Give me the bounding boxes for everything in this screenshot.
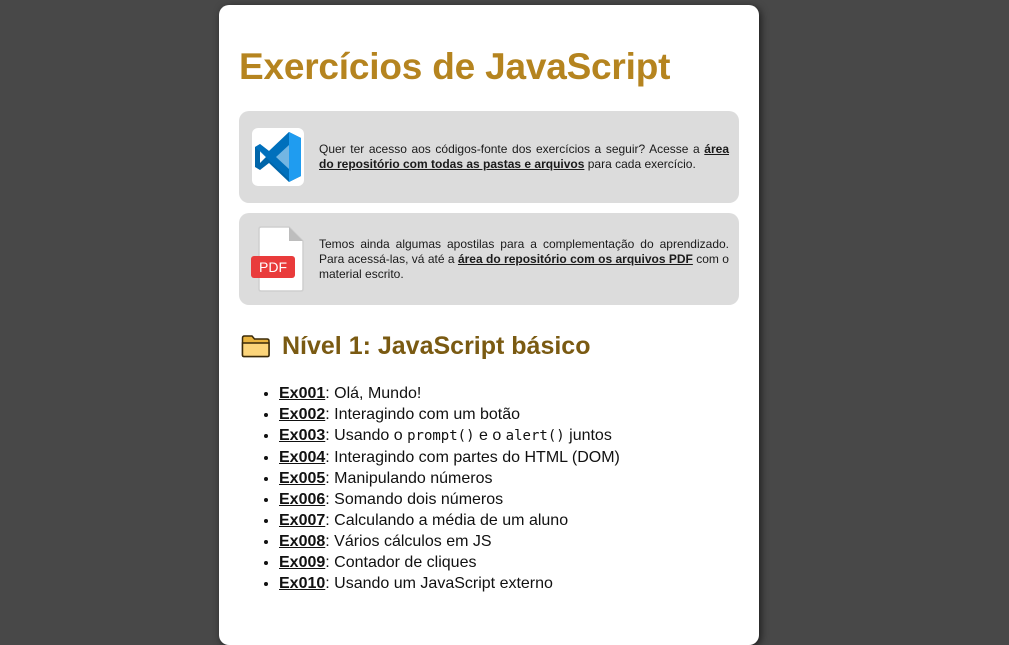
vscode-icon [247, 122, 309, 192]
pdf-icon-label: PDF [259, 259, 287, 275]
code-prompt: prompt() [407, 428, 475, 444]
exercise-link-ex008[interactable]: Ex008 [279, 533, 325, 550]
pdf-info-box: PDF Temos ainda algumas apostilas para a… [239, 213, 739, 305]
exercise-link-ex009[interactable]: Ex009 [279, 554, 325, 571]
list-item: Ex005: Manipulando números [279, 468, 739, 489]
pdf-info-text: Temos ainda algumas apostilas para a com… [319, 236, 729, 281]
exercise-link-ex010[interactable]: Ex010 [279, 575, 325, 592]
list-item: Ex003: Usando o prompt() e o alert() jun… [279, 425, 739, 447]
exercise-link-ex005[interactable]: Ex005 [279, 470, 325, 487]
exercise-link-ex001[interactable]: Ex001 [279, 385, 325, 402]
repository-pdf-link[interactable]: área do repositório com os arquivos PDF [458, 252, 693, 266]
pdf-file-icon: PDF [247, 224, 309, 294]
list-item: Ex007: Calculando a média de um aluno [279, 510, 739, 531]
exercise-link-ex003[interactable]: Ex003 [279, 427, 325, 444]
exercise-link-ex002[interactable]: Ex002 [279, 406, 325, 423]
exercise-link-ex007[interactable]: Ex007 [279, 512, 325, 529]
list-item: Ex009: Contador de cliques [279, 552, 739, 573]
code-alert: alert() [505, 428, 565, 444]
section-title-text: Nível 1: JavaScript básico [282, 332, 591, 360]
exercise-link-ex004[interactable]: Ex004 [279, 449, 325, 466]
source-code-info-text: Quer ter acesso aos códigos-fonte dos ex… [319, 142, 729, 171]
list-item: Ex006: Somando dois números [279, 489, 739, 510]
list-item: Ex008: Vários cálculos em JS [279, 531, 739, 552]
exercise-list: Ex001: Olá, Mundo! Ex002: Interagindo co… [239, 383, 739, 594]
list-item: Ex002: Interagindo com um botão [279, 404, 739, 425]
section-title-level-1: Nível 1: JavaScript básico [239, 331, 739, 361]
list-item: Ex004: Interagindo com partes do HTML (D… [279, 447, 739, 468]
list-item: Ex001: Olá, Mundo! [279, 383, 739, 404]
page-title: Exercícios de JavaScript [239, 46, 671, 87]
list-item: Ex010: Usando um JavaScript externo [279, 573, 739, 594]
main-card: Exercícios de JavaScript Quer ter acesso… [219, 5, 759, 645]
exercise-link-ex006[interactable]: Ex006 [279, 491, 325, 508]
folder-icon [241, 335, 270, 358]
source-code-info-box: Quer ter acesso aos códigos-fonte dos ex… [239, 111, 739, 203]
